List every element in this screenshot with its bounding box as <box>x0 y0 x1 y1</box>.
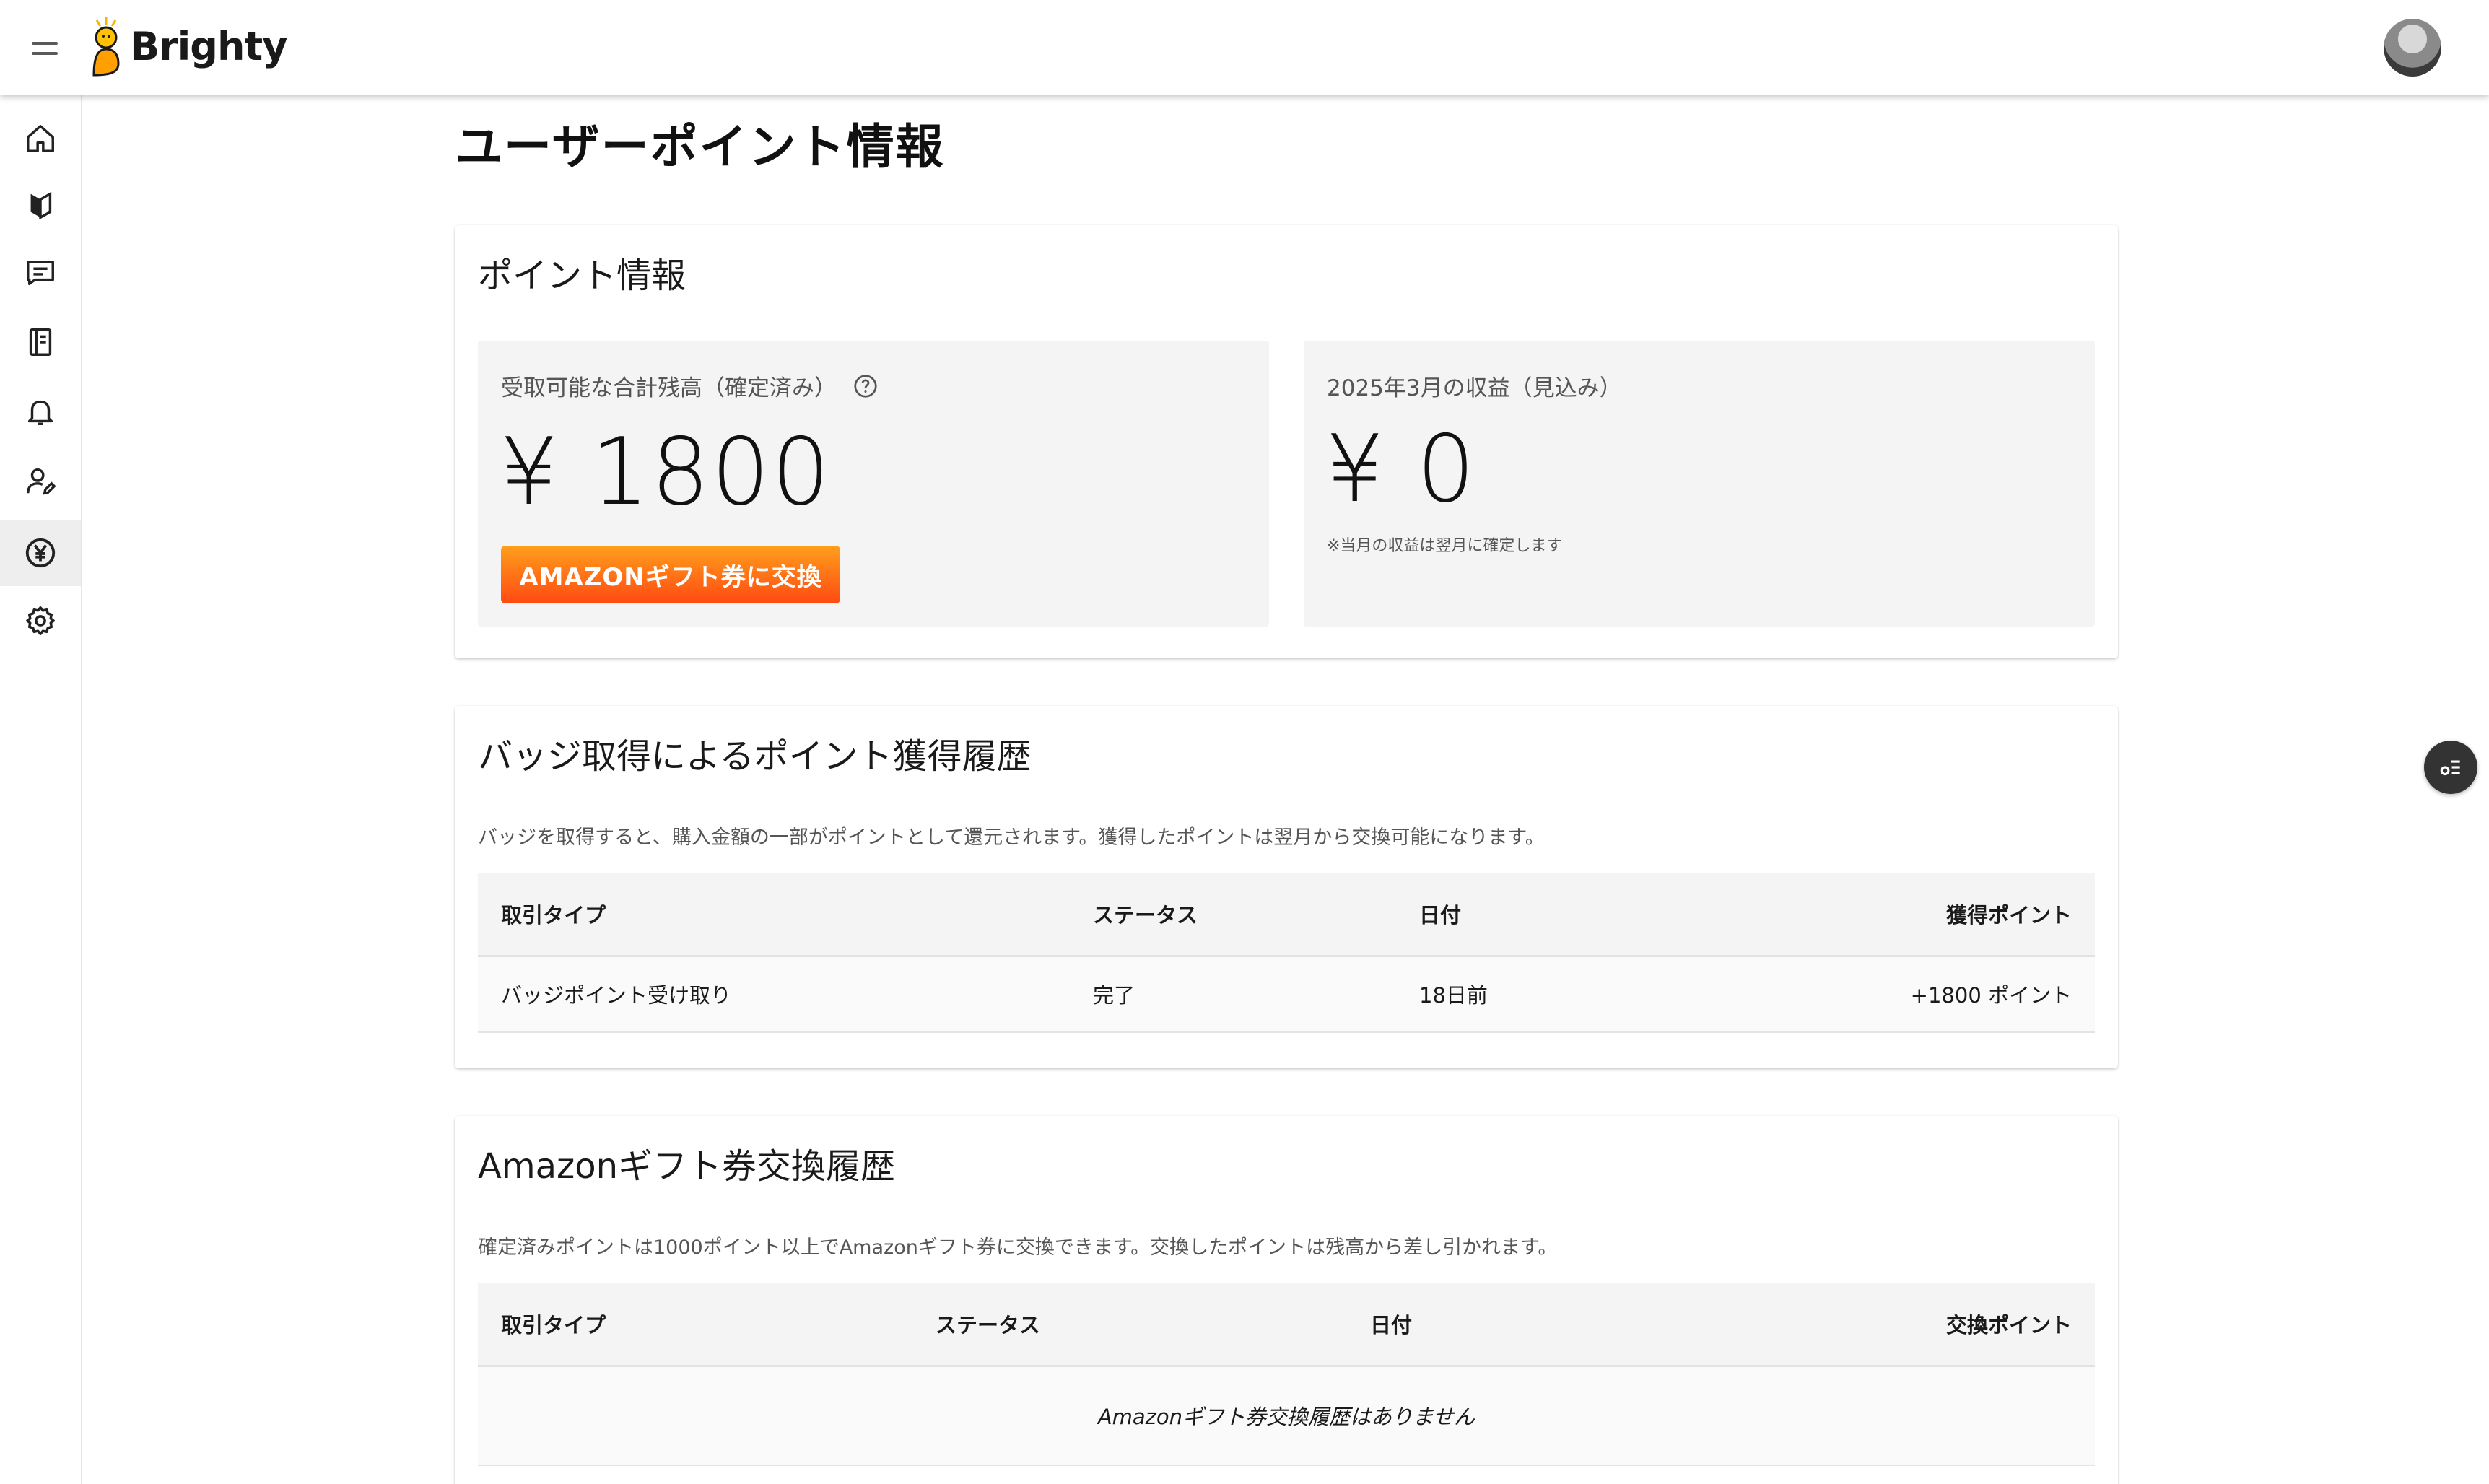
home-icon <box>27 125 54 152</box>
balance-label: 受取可能な合計残高（確定済み） <box>501 370 879 402</box>
column-header: 取引タイプ <box>478 1283 912 1367</box>
amazon-exchange-button[interactable]: AMAZONギフト券に交換 <box>501 546 840 603</box>
brighty-mascot-icon <box>92 17 120 77</box>
floating-menu-button[interactable] <box>2424 741 2477 794</box>
amazon-history-description: 確定済みポイントは1000ポイント以上でAmazonギフト券に交換できます。交換… <box>478 1236 1558 1259</box>
page-title: ユーザーポイント情報 <box>455 119 945 175</box>
badge-history-card: バッジ取得によるポイント獲得履歴 バッジを取得すると、購入金額の一部がポイントと… <box>455 706 2118 1068</box>
monthly-value: ¥ 0 <box>1325 416 1477 523</box>
amazon-history-card: Amazonギフト券交換履歴 確定済みポイントは1000ポイント以上でAmazo… <box>455 1116 2118 1484</box>
user-edit-icon <box>27 468 56 495</box>
user-avatar[interactable] <box>2384 19 2441 77</box>
points-card-title: ポイント情報 <box>478 256 686 296</box>
amazon-history-table: 取引タイプ ステータス 日付 交換ポイント Amazonギフト券交換履歴はありま… <box>478 1283 2095 1466</box>
column-header: 交換ポイント <box>1782 1283 2095 1367</box>
list-settings-icon <box>2440 760 2460 776</box>
empty-row: Amazonギフト券交換履歴はありません <box>478 1366 2095 1466</box>
sidebar-item-home[interactable] <box>0 105 81 172</box>
yen-icon <box>25 538 56 568</box>
badge-history-title: バッジ取得によるポイント獲得履歴 <box>478 736 1032 777</box>
cell-points: +1800 ポイント <box>1714 956 2095 1033</box>
sidebar-item-points[interactable] <box>0 520 81 586</box>
monthly-label: 2025年3月の収益（見込み） <box>1327 375 1622 401</box>
beginner-icon <box>30 191 52 220</box>
table-row: バッジポイント受け取り 完了 18日前 +1800 ポイント <box>478 956 2095 1033</box>
monthly-panel: 2025年3月の収益（見込み） ¥ 0 ※当月の収益は翌月に確定します <box>1304 341 2095 627</box>
sidebar-item-beginner[interactable] <box>0 172 81 238</box>
balance-panel: 受取可能な合計残高（確定済み） ¥ 1800 AMAZONギフト券に交換 <box>478 341 1269 627</box>
monthly-note: ※当月の収益は翌月に確定します <box>1327 537 1563 555</box>
gear-icon <box>26 606 55 635</box>
badge-history-table: 取引タイプ ステータス 日付 獲得ポイント バッジポイント受け取り 完了 18日… <box>478 873 2095 1033</box>
column-header: ステータス <box>912 1283 1347 1367</box>
sidebar-item-settings[interactable] <box>0 588 81 654</box>
cell-date: 18日前 <box>1396 956 1714 1033</box>
bell-icon <box>27 400 53 425</box>
app-header: Brighty <box>0 0 2489 95</box>
help-icon[interactable] <box>853 373 879 399</box>
table-header-row: 取引タイプ ステータス 日付 獲得ポイント <box>478 873 2095 957</box>
sidebar-item-messages[interactable] <box>0 240 81 306</box>
sidebar-item-profile[interactable] <box>0 448 81 514</box>
empty-message: Amazonギフト券交換履歴はありません <box>478 1366 2095 1466</box>
cell-status: 完了 <box>1070 956 1396 1033</box>
column-header: 獲得ポイント <box>1714 873 2095 957</box>
notebook-icon <box>29 328 52 356</box>
sidebar-item-notifications[interactable] <box>0 378 81 445</box>
sidebar <box>0 95 82 1484</box>
balance-label-text: 受取可能な合計残高（確定済み） <box>501 375 837 401</box>
column-header: 日付 <box>1396 873 1714 957</box>
points-card: ポイント情報 受取可能な合計残高（確定済み） ¥ 1800 AMAZONギフト券… <box>455 225 2118 658</box>
amazon-history-title: Amazonギフト券交換履歴 <box>478 1146 895 1187</box>
badge-history-description: バッジを取得すると、購入金額の一部がポイントとして還元されます。獲得したポイント… <box>478 826 1545 849</box>
brand-logo[interactable]: Brighty <box>85 13 287 79</box>
column-header: ステータス <box>1070 873 1396 957</box>
chat-icon <box>27 260 54 286</box>
column-header: 日付 <box>1347 1283 1782 1367</box>
brand-name: Brighty <box>130 23 287 69</box>
column-header: 取引タイプ <box>478 873 1070 957</box>
sidebar-item-notebook[interactable] <box>0 309 81 375</box>
balance-value: ¥ 1800 <box>500 419 832 526</box>
hamburger-menu-icon[interactable] <box>29 33 64 62</box>
cell-type: バッジポイント受け取り <box>478 956 1070 1033</box>
table-header-row: 取引タイプ ステータス 日付 交換ポイント <box>478 1283 2095 1367</box>
